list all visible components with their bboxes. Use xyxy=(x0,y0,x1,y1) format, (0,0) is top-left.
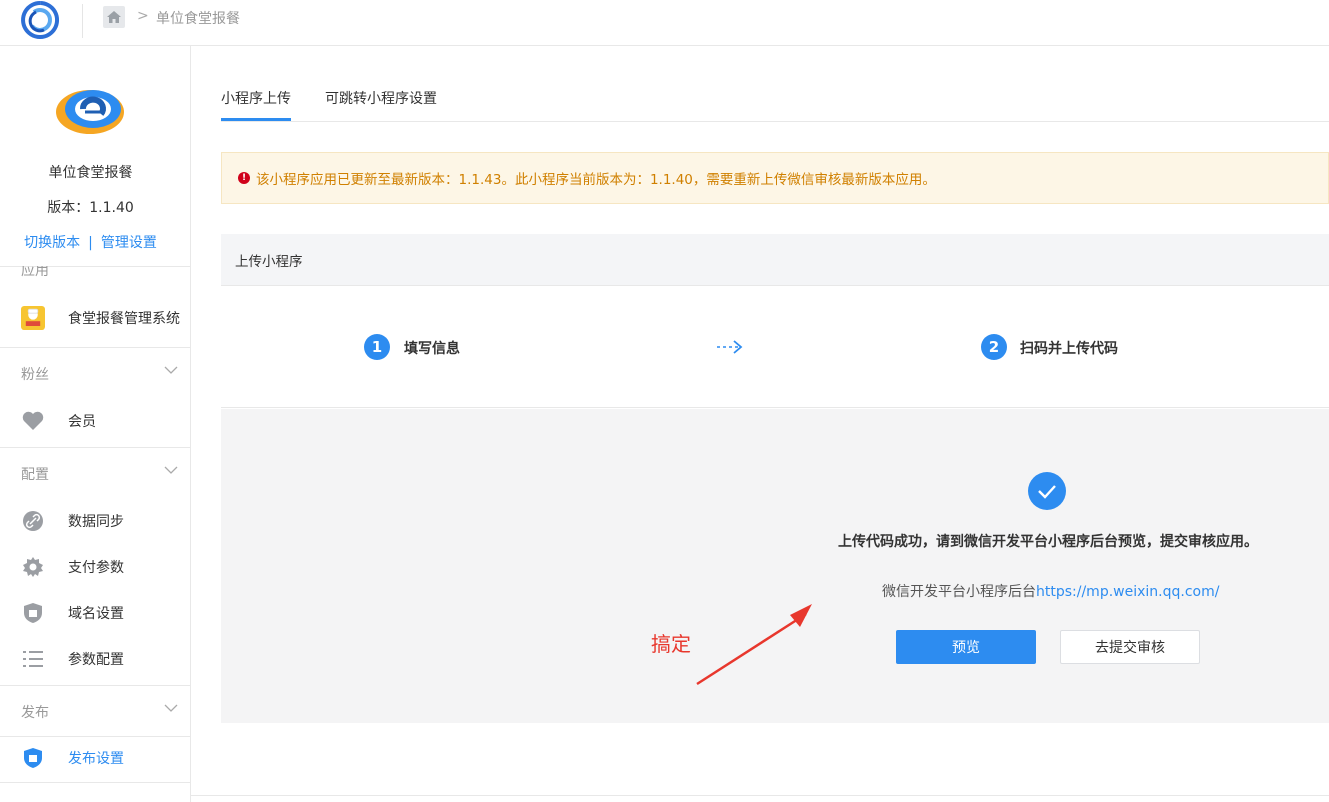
link-prefix: 微信开发平台小程序后台 xyxy=(882,584,1036,600)
sidebar-item-domain-settings[interactable]: 域名设置 xyxy=(0,593,190,633)
home-icon[interactable] xyxy=(103,6,125,28)
step-number: 1 xyxy=(364,334,390,360)
breadcrumb-current[interactable]: 单位食堂报餐 xyxy=(156,8,240,28)
sidebar-item-label: 发布设置 xyxy=(68,751,124,767)
switch-version-link[interactable]: 切换版本 xyxy=(24,235,80,251)
sidebar-item-label: 食堂报餐管理系统 xyxy=(68,311,180,327)
app-name: 单位食堂报餐 xyxy=(48,165,133,181)
sidebar-item-publish-settings[interactable]: 发布设置 xyxy=(0,738,190,778)
sidebar-item-label: 会员 xyxy=(68,414,96,430)
app-version: 版本：1.1.40 xyxy=(47,200,134,216)
tab-bar: 小程序上传 可跳转小程序设置 xyxy=(221,46,1329,122)
version-warning-alert: ! 该小程序应用已更新至最新版本：1.1.43。此小程序当前版本为：1.1.40… xyxy=(221,152,1329,204)
sidebar-item-param-config[interactable]: 参数配置 xyxy=(0,639,190,679)
weixin-platform-link[interactable]: https://mp.weixin.qq.com/ xyxy=(1036,584,1219,600)
card-title: 上传小程序 xyxy=(221,234,1329,286)
sidebar-item-member[interactable]: 会员 xyxy=(0,401,190,441)
sidebar-divider xyxy=(0,347,190,348)
sidebar-item-canteen-system[interactable]: 食堂报餐管理系统 xyxy=(0,298,190,338)
step-label: 填写信息 xyxy=(404,341,460,357)
chevron-down-icon[interactable] xyxy=(164,465,178,475)
annotation-text: 搞定 xyxy=(651,632,691,656)
sidebar: 单位食堂报餐 版本：1.1.40 切换版本 | 管理设置 应用 食堂报餐管理系统 粉… xyxy=(0,46,191,802)
result-link-line: 微信开发平台小程序后台https://mp.weixin.qq.com/ xyxy=(882,581,1219,601)
check-icon xyxy=(1028,472,1066,510)
sidebar-divider xyxy=(0,782,190,783)
sidebar-item-label: 域名设置 xyxy=(68,606,124,622)
chevron-down-icon[interactable] xyxy=(164,365,178,375)
page-bottom-divider xyxy=(191,795,1329,796)
app-logo xyxy=(56,90,124,134)
chevron-down-icon[interactable] xyxy=(164,703,178,713)
shield-icon xyxy=(21,601,45,625)
result-title: 上传代码成功，请到微信开发平台小程序后台预览，提交审核应用。 xyxy=(838,534,1258,550)
section-title-config: 配置 xyxy=(21,467,49,483)
section-title-fans: 粉丝 xyxy=(21,367,49,383)
manage-settings-link[interactable]: 管理设置 xyxy=(101,235,157,251)
gear-icon xyxy=(21,555,45,579)
sidebar-divider xyxy=(0,736,190,737)
alert-text: 该小程序应用已更新至最新版本：1.1.43。此小程序当前版本为：1.1.40，需… xyxy=(256,172,936,188)
sidebar-item-label: 支付参数 xyxy=(68,560,124,576)
heart-icon xyxy=(21,409,45,433)
brand-logo[interactable] xyxy=(18,0,62,40)
app-links: 切换版本 | 管理设置 xyxy=(0,232,181,252)
active-tab-indicator xyxy=(221,118,291,121)
canteen-app-icon xyxy=(21,306,45,330)
list-icon xyxy=(21,647,45,671)
annotation-arrow-icon xyxy=(696,604,812,686)
link-separator: | xyxy=(88,235,93,251)
tab-miniprogram-upload[interactable]: 小程序上传 xyxy=(221,88,291,108)
preview-button[interactable]: 预览 xyxy=(896,630,1036,664)
sidebar-item-data-sync[interactable]: 数据同步 xyxy=(0,501,190,541)
step-label: 扫码并上传代码 xyxy=(1020,341,1118,357)
sidebar-item-label: 参数配置 xyxy=(68,652,124,668)
topbar-divider xyxy=(82,4,83,38)
link-icon xyxy=(21,509,45,533)
submit-review-button[interactable]: 去提交审核 xyxy=(1060,630,1200,664)
steps-bar: 1 填写信息 2 扫码并上传代码 xyxy=(221,287,1329,408)
top-bar: > 单位食堂报餐 xyxy=(0,0,1329,46)
step-number: 2 xyxy=(981,334,1007,360)
sidebar-divider xyxy=(0,685,190,686)
chevron-right-icon: > xyxy=(137,8,149,24)
section-title-publish: 发布 xyxy=(21,705,49,721)
arrow-right-icon xyxy=(717,340,743,354)
sidebar-divider xyxy=(0,447,190,448)
sidebar-item-payment-params[interactable]: 支付参数 xyxy=(0,547,190,587)
warning-icon: ! xyxy=(238,172,250,184)
tab-jump-miniprogram-settings[interactable]: 可跳转小程序设置 xyxy=(325,88,437,108)
section-title-app: 应用 xyxy=(21,263,49,279)
sidebar-item-label: 数据同步 xyxy=(68,514,124,530)
shield-icon xyxy=(21,746,45,770)
